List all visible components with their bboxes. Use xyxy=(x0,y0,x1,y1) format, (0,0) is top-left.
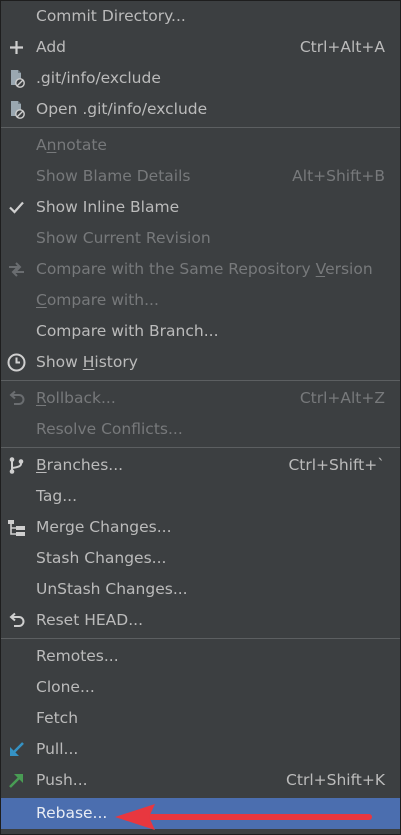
branch-icon xyxy=(6,455,27,476)
menu-separator xyxy=(1,447,400,448)
menu-item-label: Show Blame Details xyxy=(36,167,191,185)
menu-item-git-info-exclude[interactable]: .git/info/exclude xyxy=(1,63,400,94)
excluded-file-icon xyxy=(6,99,27,120)
menu-item-label: Remotes... xyxy=(36,647,119,665)
undo-icon xyxy=(6,388,27,409)
vcs-context-menu: Commit Directory... Add Ctrl+Alt+A .git/… xyxy=(0,0,401,835)
pull-arrow-icon xyxy=(6,739,27,760)
menu-item-remotes[interactable]: Remotes... xyxy=(1,641,400,672)
menu-item-label: Rollback... xyxy=(36,389,116,407)
menu-item-label: Compare with the Same Repository Version xyxy=(36,260,373,278)
menu-item-push[interactable]: Push... Ctrl+Shift+K xyxy=(1,765,400,796)
menu-item-shortcut: Ctrl+Shift+` xyxy=(288,456,385,474)
plus-icon xyxy=(6,37,27,58)
menu-item-show-inline-blame[interactable]: Show Inline Blame xyxy=(1,192,400,223)
menu-item-label: Fetch xyxy=(36,709,79,727)
menu-item-annotate[interactable]: Annotate xyxy=(1,130,400,161)
menu-item-unstash-changes[interactable]: UnStash Changes... xyxy=(1,574,400,605)
clock-icon xyxy=(6,352,27,373)
menu-item-resolve-conflicts[interactable]: Resolve Conflicts... xyxy=(1,414,400,445)
menu-item-label: Compare with... xyxy=(36,291,159,309)
push-arrow-icon xyxy=(6,770,27,791)
merge-icon xyxy=(6,517,27,538)
menu-item-branches[interactable]: Branches... Ctrl+Shift+` xyxy=(1,450,400,481)
menu-item-tag[interactable]: Tag... xyxy=(1,481,400,512)
menu-item-label: .git/info/exclude xyxy=(36,69,161,87)
menu-item-label: Pull... xyxy=(36,740,79,758)
menu-item-label: Show Inline Blame xyxy=(36,198,180,216)
excluded-file-icon xyxy=(6,68,27,89)
menu-item-shortcut: Ctrl+Shift+K xyxy=(286,771,385,789)
menu-item-label: Open .git/info/exclude xyxy=(36,100,208,118)
menu-item-label: Add xyxy=(36,38,67,56)
menu-item-label: UnStash Changes... xyxy=(36,580,188,598)
checkmark-icon xyxy=(6,197,27,218)
compare-arrows-icon xyxy=(6,259,27,280)
menu-item-compare-same-repository[interactable]: Compare with the Same Repository Version xyxy=(1,254,400,285)
menu-separator xyxy=(1,638,400,639)
menu-item-rollback[interactable]: Rollback... Ctrl+Alt+Z xyxy=(1,383,400,414)
menu-item-label: Rebase... xyxy=(36,804,108,822)
menu-item-shortcut: Ctrl+Alt+Z xyxy=(299,389,385,407)
menu-item-label: Reset HEAD... xyxy=(36,611,143,629)
menu-item-label: Compare with Branch... xyxy=(36,322,219,340)
menu-item-label: Merge Changes... xyxy=(36,518,172,536)
menu-item-label: Show Current Revision xyxy=(36,229,211,247)
menu-item-add[interactable]: Add Ctrl+Alt+A xyxy=(1,32,400,63)
menu-item-pull[interactable]: Pull... xyxy=(1,734,400,765)
menu-item-open-git-info-exclude[interactable]: Open .git/info/exclude xyxy=(1,94,400,125)
menu-item-stash-changes[interactable]: Stash Changes... xyxy=(1,543,400,574)
menu-item-label: Commit Directory... xyxy=(36,7,186,25)
menu-item-label: Tag... xyxy=(36,487,78,505)
red-arrow-annotation xyxy=(111,802,373,832)
menu-item-label: Stash Changes... xyxy=(36,549,167,567)
menu-item-clone[interactable]: Clone... xyxy=(1,672,400,703)
menu-item-label: Resolve Conflicts... xyxy=(36,420,183,438)
menu-item-compare-with-branch[interactable]: Compare with Branch... xyxy=(1,316,400,347)
menu-item-label: Push... xyxy=(36,771,88,789)
menu-item-show-blame-details[interactable]: Show Blame Details Alt+Shift+B xyxy=(1,161,400,192)
menu-item-label: Annotate xyxy=(36,136,107,154)
menu-separator xyxy=(1,127,400,128)
menu-item-fetch[interactable]: Fetch xyxy=(1,703,400,734)
menu-item-show-history[interactable]: Show History xyxy=(1,347,400,378)
menu-item-shortcut: Ctrl+Alt+A xyxy=(299,38,385,56)
menu-separator xyxy=(1,380,400,381)
menu-item-label: Show History xyxy=(36,353,138,371)
menu-item-commit-directory[interactable]: Commit Directory... xyxy=(1,1,400,32)
menu-item-compare-with[interactable]: Compare with... xyxy=(1,285,400,316)
menu-item-reset-head[interactable]: Reset HEAD... xyxy=(1,605,400,636)
menu-item-label: Branches... xyxy=(36,456,124,474)
undo-icon xyxy=(6,610,27,631)
menu-item-label: Clone... xyxy=(36,678,95,696)
menu-item-merge-changes[interactable]: Merge Changes... xyxy=(1,512,400,543)
menu-item-show-current-revision[interactable]: Show Current Revision xyxy=(1,223,400,254)
menu-item-shortcut: Alt+Shift+B xyxy=(292,167,385,185)
